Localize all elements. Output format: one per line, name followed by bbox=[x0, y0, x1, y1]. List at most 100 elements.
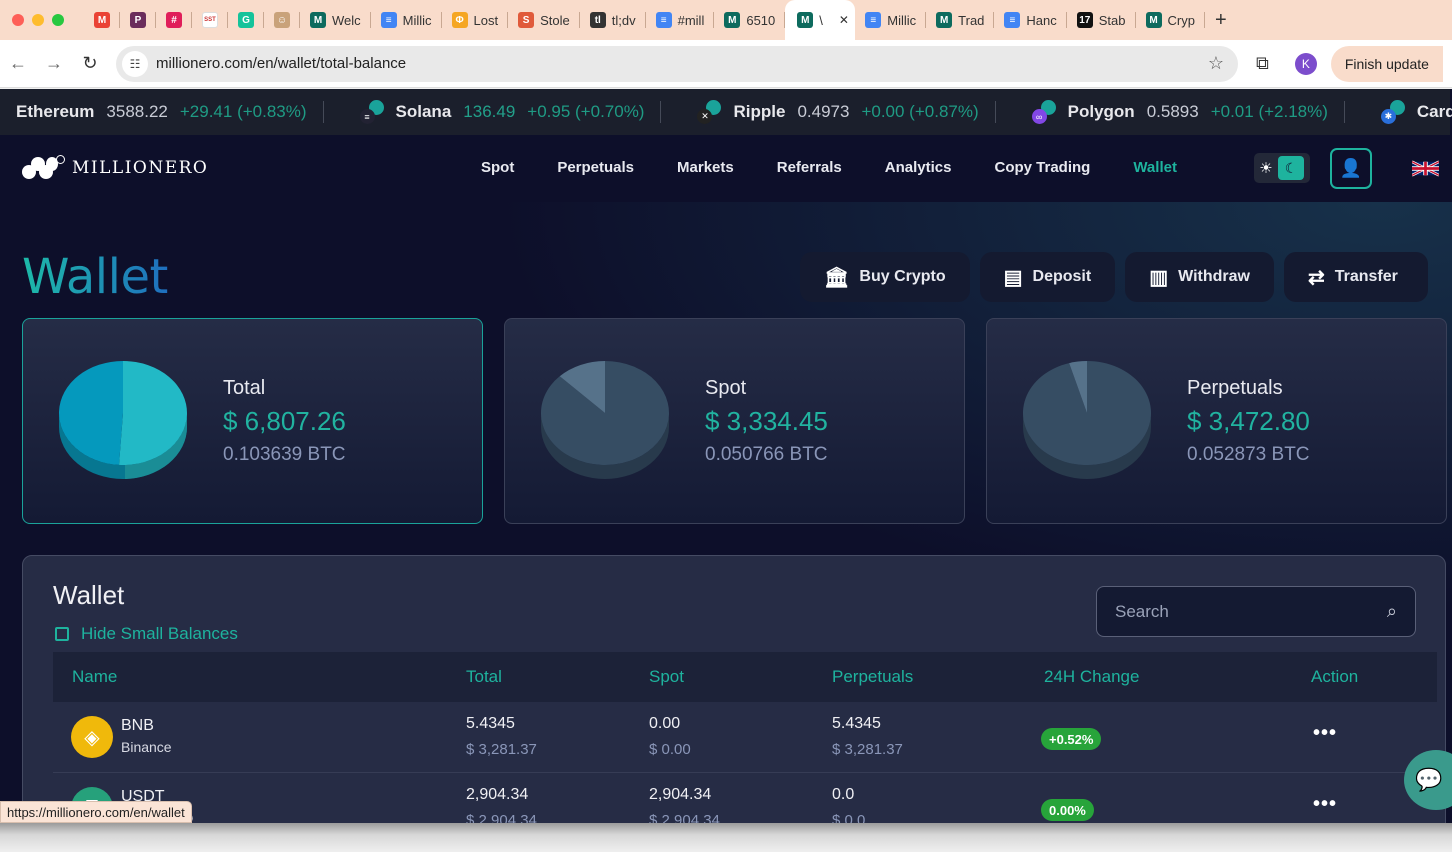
browser-tab[interactable]: S Stole bbox=[508, 0, 580, 40]
hide-small-balances-checkbox[interactable] bbox=[55, 627, 69, 641]
nav-item-copy-trading[interactable]: Copy Trading bbox=[994, 159, 1090, 176]
column-header-perpetuals[interactable]: Perpetuals bbox=[832, 667, 913, 687]
card-btc-value: 0.050766 BTC bbox=[705, 444, 828, 465]
table-row[interactable]: TUSDTTether USD2,904.34$ 2,904.342,904.3… bbox=[53, 773, 1417, 823]
browser-tab[interactable]: P bbox=[120, 0, 156, 40]
browser-tab[interactable]: ☺ bbox=[264, 0, 300, 40]
action-label: Withdraw bbox=[1178, 268, 1250, 285]
buy-crypto-button[interactable]: 🏛 Buy Crypto bbox=[800, 252, 970, 302]
window-controls bbox=[12, 14, 64, 26]
coin-glyph: ✕ bbox=[697, 109, 713, 124]
card-usd-value: $ 6,807.26 bbox=[223, 406, 346, 436]
nav-item-perpetuals[interactable]: Perpetuals bbox=[557, 159, 634, 176]
new-tab-button[interactable]: + bbox=[1205, 9, 1237, 32]
nav-item-analytics[interactable]: Analytics bbox=[885, 159, 952, 176]
search-icon[interactable]: ⌕ bbox=[1387, 601, 1397, 622]
profile-avatar[interactable]: K bbox=[1294, 52, 1317, 75]
browser-tab[interactable]: ≡ #mill bbox=[646, 0, 715, 40]
minimize-window-button[interactable] bbox=[32, 14, 44, 26]
tab-title[interactable]: Welc bbox=[332, 13, 361, 28]
browser-tab[interactable]: tl tl;dv bbox=[580, 0, 646, 40]
tab-title[interactable]: \ bbox=[819, 13, 823, 28]
millionero-icon: M bbox=[310, 12, 326, 28]
transfer-button[interactable]: ⇄ Transfer bbox=[1283, 252, 1428, 302]
cell-perp-amount: 0.0 bbox=[832, 786, 855, 803]
browser-tab[interactable]: M Cryp bbox=[1136, 0, 1205, 40]
tab-title[interactable]: Trad bbox=[958, 13, 984, 28]
browser-tab[interactable]: Φ Lost bbox=[442, 0, 509, 40]
row-action-menu-icon[interactable]: ••• bbox=[1313, 722, 1337, 745]
browser-tab[interactable]: ≡ Millic bbox=[855, 0, 927, 40]
ticker-item[interactable]: ✕ Ripple 0.4973 +0.00 (+0.87%) bbox=[679, 100, 1013, 124]
tab-title[interactable]: #mill bbox=[678, 13, 705, 28]
browser-tab[interactable]: M Welc bbox=[300, 0, 371, 40]
tab-title[interactable]: Hanc bbox=[1026, 13, 1056, 28]
ticker-divider bbox=[994, 101, 996, 123]
browser-tab[interactable]: SST bbox=[192, 0, 228, 40]
deposit-button[interactable]: ▤ Deposit bbox=[979, 252, 1116, 302]
moon-icon[interactable]: ☾ bbox=[1278, 156, 1304, 180]
nav-item-wallet[interactable]: Wallet bbox=[1133, 159, 1177, 176]
nav-item-markets[interactable]: Markets bbox=[677, 159, 734, 176]
tab-title[interactable]: Stab bbox=[1099, 13, 1126, 28]
url-text[interactable]: millionero.com/en/wallet/total-balance bbox=[156, 55, 406, 72]
close-window-button[interactable] bbox=[12, 14, 24, 26]
extensions-icon[interactable]: ⧉ bbox=[1256, 53, 1269, 74]
column-header-spot[interactable]: Spot bbox=[649, 667, 684, 687]
browser-tab[interactable]: M 6510 bbox=[714, 0, 786, 40]
tab-title[interactable]: 6510 bbox=[746, 13, 775, 28]
tab-title[interactable]: Cryp bbox=[1168, 13, 1195, 28]
nav-item-spot[interactable]: Spot bbox=[481, 159, 514, 176]
ticker-item[interactable]: ✱ Cardano bbox=[1363, 100, 1452, 124]
reload-icon[interactable]: ↻ bbox=[72, 53, 108, 74]
coin-name: Binance bbox=[121, 739, 172, 755]
column-header-name[interactable]: Name bbox=[72, 667, 117, 687]
table-row[interactable]: ◈ BNB Binance 5.4345 $ 3,281.37 0.00 $ 0.00 5.4… bbox=[53, 702, 1417, 773]
ticker-price: 136.49 bbox=[463, 102, 516, 121]
browser-tab[interactable]: # bbox=[156, 0, 192, 40]
tab-title[interactable]: tl;dv bbox=[612, 13, 636, 28]
wallet-table-title: Wallet bbox=[53, 580, 125, 610]
brand-logo[interactable]: MILLIONERO bbox=[22, 155, 208, 181]
bookmark-star-icon[interactable]: ☆ bbox=[1208, 53, 1224, 74]
search-placeholder[interactable]: Search bbox=[1115, 602, 1169, 622]
finish-update-button[interactable]: Finish update bbox=[1330, 45, 1443, 82]
site-settings-icon[interactable]: ☷ bbox=[122, 50, 148, 77]
search-input[interactable]: Search ⌕ bbox=[1096, 586, 1416, 637]
back-icon[interactable]: ← bbox=[0, 53, 36, 74]
row-action-menu-icon[interactable]: ••• bbox=[1313, 793, 1337, 816]
hide-small-balances-label[interactable]: Hide Small Balances bbox=[81, 624, 238, 644]
browser-tab[interactable]: M Trad bbox=[926, 0, 995, 40]
forward-icon[interactable]: → bbox=[36, 53, 72, 74]
close-tab-icon[interactable]: ✕ bbox=[839, 13, 849, 27]
address-bar[interactable]: ☷ millionero.com/en/wallet/total-balance… bbox=[116, 45, 1238, 82]
tab-title[interactable]: Lost bbox=[474, 13, 499, 28]
theme-toggle[interactable]: ☀ ☾ bbox=[1254, 153, 1310, 183]
browser-tab[interactable]: M \ ✕ bbox=[785, 0, 856, 40]
column-header-action[interactable]: Action bbox=[1311, 667, 1358, 687]
tab-title[interactable]: Millic bbox=[887, 13, 916, 28]
ticker-item[interactable]: Ethereum 3588.22 +29.41 (+0.83%) bbox=[0, 101, 342, 123]
cell-perp-usd: $ 0.0 bbox=[832, 812, 866, 823]
maximize-window-button[interactable] bbox=[52, 14, 64, 26]
column-header-24h-change[interactable]: 24H Change bbox=[1044, 667, 1139, 687]
account-settings-button[interactable]: 👤 bbox=[1330, 148, 1372, 189]
balance-card-spot[interactable]: Spot $ 3,334.45 0.050766 BTC bbox=[504, 318, 965, 524]
withdraw-button[interactable]: ▥ Withdraw bbox=[1125, 252, 1274, 302]
uk-flag-icon[interactable] bbox=[1412, 160, 1439, 177]
browser-tab[interactable]: ≡ Millic bbox=[371, 0, 442, 40]
hide-small-balances-toggle[interactable]: Hide Small Balances bbox=[55, 624, 238, 644]
tab-title[interactable]: Stole bbox=[540, 13, 570, 28]
ticker-item[interactable]: ≡ Solana 136.49 +0.95 (+0.70%) bbox=[342, 100, 680, 124]
nav-item-referrals[interactable]: Referrals bbox=[777, 159, 842, 176]
browser-tab[interactable]: M bbox=[84, 0, 120, 40]
balance-card-perpetuals[interactable]: Perpetuals $ 3,472.80 0.052873 BTC bbox=[986, 318, 1447, 524]
ticker-item[interactable]: ∞ Polygon 0.5893 +0.01 (+2.18%) bbox=[1014, 100, 1363, 124]
balance-card-total[interactable]: Total $ 6,807.26 0.103639 BTC bbox=[22, 318, 483, 524]
tab-title[interactable]: Millic bbox=[403, 13, 432, 28]
browser-tab[interactable]: 17 Stab bbox=[1067, 0, 1136, 40]
browser-tab[interactable]: G bbox=[228, 0, 264, 40]
column-header-total[interactable]: Total bbox=[466, 667, 502, 687]
browser-tab[interactable]: ≡ Hanc bbox=[994, 0, 1067, 40]
sun-icon[interactable]: ☀ bbox=[1254, 159, 1278, 177]
